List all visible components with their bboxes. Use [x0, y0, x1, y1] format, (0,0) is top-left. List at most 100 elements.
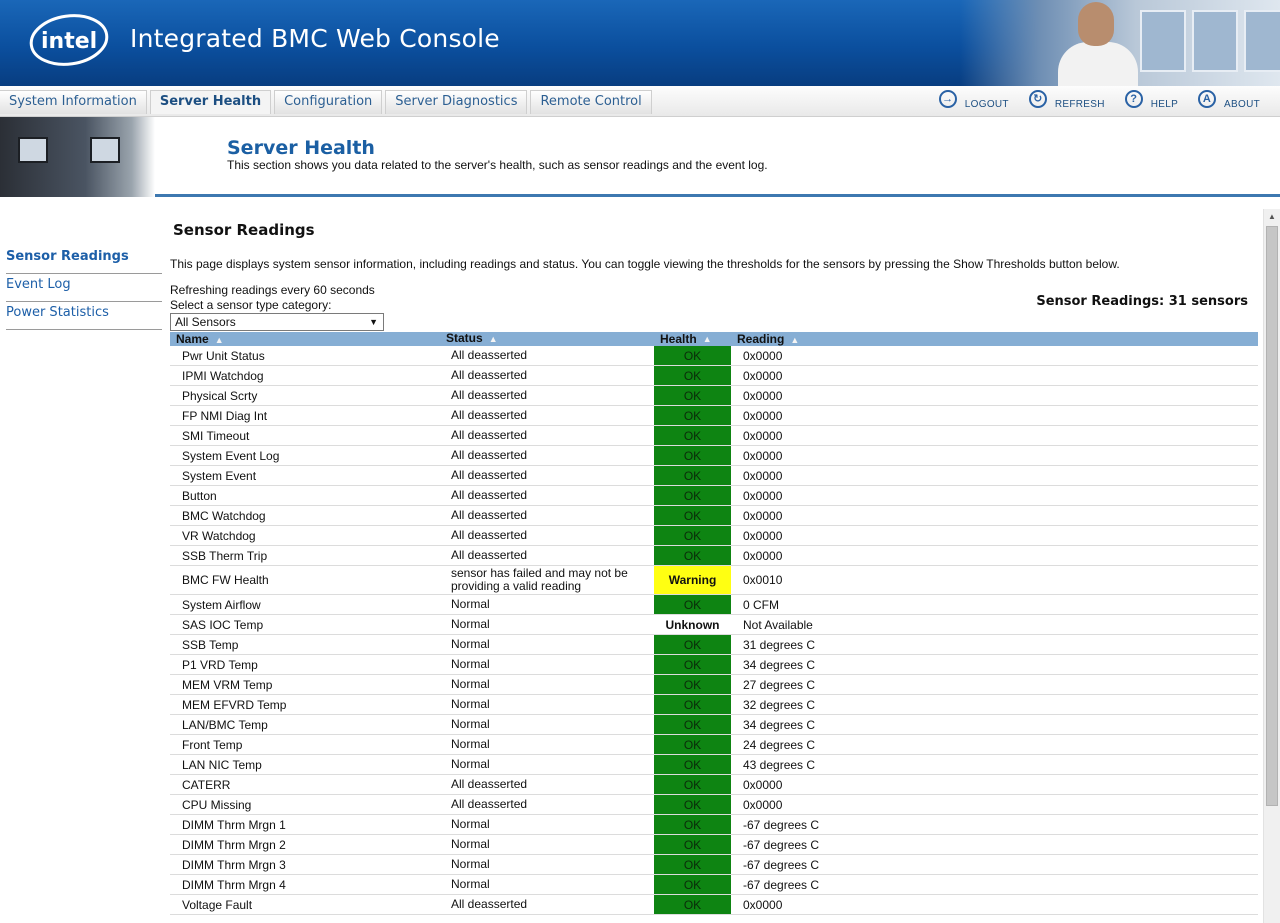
- sort-icon: ▲: [214, 335, 224, 345]
- tab-remote-control[interactable]: Remote Control: [530, 90, 652, 114]
- column-header-reading[interactable]: Reading ▲: [731, 332, 799, 346]
- help-link[interactable]: ? HELP: [1124, 90, 1178, 112]
- scrollbar-thumb[interactable]: [1266, 226, 1278, 806]
- sensor-health: OK: [654, 486, 731, 505]
- tab-configuration[interactable]: Configuration: [274, 90, 383, 114]
- table-row: P1 VRD Temp Normal OK 34 degrees C: [170, 655, 1258, 675]
- about-link[interactable]: A ABOUT: [1198, 90, 1260, 112]
- sensor-name: LAN NIC Temp: [182, 757, 262, 772]
- sensor-name: System Airflow: [182, 597, 261, 612]
- sensor-reading: -67 degrees C: [743, 837, 820, 852]
- sidebar: Sensor Readings Event Log Power Statisti…: [6, 246, 162, 330]
- sensor-name: MEM VRM Temp: [182, 677, 273, 692]
- sensor-reading: 0x0000: [743, 408, 783, 423]
- sidebar-item-sensor-readings[interactable]: Sensor Readings: [6, 246, 162, 274]
- category-label: Select a sensor type category:: [170, 298, 332, 312]
- table-row: SSB Therm Trip All deasserted OK 0x0000: [170, 546, 1258, 566]
- table-row: DIMM Thrm Mrgn 4 Normal OK -67 degrees C: [170, 875, 1258, 895]
- help-icon: ?: [1124, 90, 1143, 108]
- sensor-reading: Not Available: [743, 617, 813, 632]
- sensor-health: OK: [654, 426, 731, 445]
- sensor-reading: 0x0000: [743, 428, 783, 443]
- table-row: MEM EFVRD Temp Normal OK 32 degrees C: [170, 695, 1258, 715]
- page-header: Server Health This section shows you dat…: [0, 117, 1280, 197]
- tab-server-diagnostics[interactable]: Server Diagnostics: [385, 90, 528, 114]
- sensor-health: OK: [654, 875, 731, 894]
- intel-logo: intel: [29, 14, 109, 66]
- sensor-health: OK: [654, 835, 731, 854]
- sensor-reading: 0 CFM: [743, 597, 779, 612]
- column-header-health[interactable]: Health ▲: [654, 332, 731, 346]
- nav-bar: System Information Server Health Configu…: [0, 86, 1280, 117]
- sensor-health: OK: [654, 546, 731, 565]
- sensor-reading: 34 degrees C: [743, 657, 816, 672]
- sensor-count: Sensor Readings: 31 sensors: [1036, 294, 1248, 309]
- sensor-reading: -67 degrees C: [743, 857, 820, 872]
- sensor-reading: 0x0000: [743, 548, 783, 563]
- tab-server-health[interactable]: Server Health: [149, 90, 272, 114]
- table-row: DIMM Thrm Mrgn 3 Normal OK -67 degrees C: [170, 855, 1258, 875]
- sidebar-item-event-log[interactable]: Event Log: [6, 274, 162, 302]
- sensor-reading: 0x0000: [743, 468, 783, 483]
- sensor-health: OK: [654, 466, 731, 485]
- sensor-reading: 0x0000: [743, 528, 783, 543]
- sensor-reading: 34 degrees C: [743, 717, 816, 732]
- sensor-status: Normal: [451, 757, 490, 771]
- sensor-health: OK: [654, 695, 731, 714]
- sensor-health: OK: [654, 526, 731, 545]
- sensor-category-select[interactable]: All Sensors ▼: [170, 313, 384, 331]
- table-row: FP NMI Diag Int All deasserted OK 0x0000: [170, 406, 1258, 426]
- table-header: Name ▲ Status ▲ Health ▲ Reading ▲: [170, 332, 1258, 346]
- sensor-name: VR Watchdog: [182, 528, 256, 543]
- sensor-status: All deasserted: [451, 528, 528, 542]
- logout-link[interactable]: → LOGOUT: [938, 90, 1009, 112]
- page-hero-image: [0, 117, 155, 197]
- sensor-health: OK: [654, 346, 731, 365]
- sensor-status: Normal: [451, 717, 490, 731]
- sensor-status: Normal: [451, 737, 490, 751]
- sensor-reading: 0x0000: [743, 448, 783, 463]
- header-banner: intel Integrated BMC Web Console: [0, 0, 1280, 86]
- sensor-status: All deasserted: [451, 388, 528, 402]
- sensor-status: All deasserted: [451, 488, 528, 502]
- sensor-status: Normal: [451, 837, 490, 851]
- sensor-name: MEM EFVRD Temp: [182, 697, 287, 712]
- table-row: DIMM Thrm Mrgn 2 Normal OK -67 degrees C: [170, 835, 1258, 855]
- sensor-status: All deasserted: [451, 897, 528, 911]
- sensor-status: Normal: [451, 597, 490, 611]
- sensor-reading: 32 degrees C: [743, 697, 816, 712]
- sensor-reading: 0x0000: [743, 348, 783, 363]
- sensor-name: DIMM Thrm Mrgn 4: [182, 877, 286, 892]
- sidebar-item-power-statistics[interactable]: Power Statistics: [6, 302, 162, 330]
- column-header-name[interactable]: Name ▲: [170, 332, 446, 346]
- refresh-text: Refreshing readings every 60 seconds: [170, 283, 375, 297]
- scroll-up-icon[interactable]: ▲: [1264, 209, 1280, 225]
- table-row: MEM VRM Temp Normal OK 27 degrees C: [170, 675, 1258, 695]
- sensor-reading: 0x0000: [743, 777, 783, 792]
- refresh-link[interactable]: ↻ REFRESH: [1028, 90, 1105, 112]
- sensor-name: CATERR: [182, 777, 231, 792]
- tab-system-information[interactable]: System Information: [0, 90, 147, 114]
- sensor-status: All deasserted: [451, 468, 528, 482]
- table-row: LAN NIC Temp Normal OK 43 degrees C: [170, 755, 1258, 775]
- sensor-health: OK: [654, 406, 731, 425]
- sensor-status: Normal: [451, 857, 490, 871]
- sensor-reading: 0x0000: [743, 897, 783, 912]
- sensor-reading: 0x0010: [743, 573, 783, 587]
- column-header-status[interactable]: Status ▲: [446, 332, 654, 346]
- sensor-reading: -67 degrees C: [743, 817, 820, 832]
- sensor-reading: 0x0000: [743, 508, 783, 523]
- table-row: Button All deasserted OK 0x0000: [170, 486, 1258, 506]
- vertical-scrollbar[interactable]: ▲: [1263, 209, 1280, 923]
- header-photo: [960, 0, 1280, 86]
- sensor-name: BMC Watchdog: [182, 508, 266, 523]
- sensor-reading: 0x0000: [743, 388, 783, 403]
- nav-tabs: System Information Server Health Configu…: [0, 90, 655, 114]
- table-row: DIMM Thrm Mrgn 1 Normal OK -67 degrees C: [170, 815, 1258, 835]
- sensor-reading: 0x0000: [743, 488, 783, 503]
- table-row: LAN/BMC Temp Normal OK 34 degrees C: [170, 715, 1258, 735]
- sort-icon: ▲: [702, 334, 712, 344]
- sensor-status: All deasserted: [451, 348, 528, 362]
- sensor-table: Name ▲ Status ▲ Health ▲ Reading ▲ Pwr Unit …: [170, 332, 1258, 915]
- sensor-health: OK: [654, 775, 731, 794]
